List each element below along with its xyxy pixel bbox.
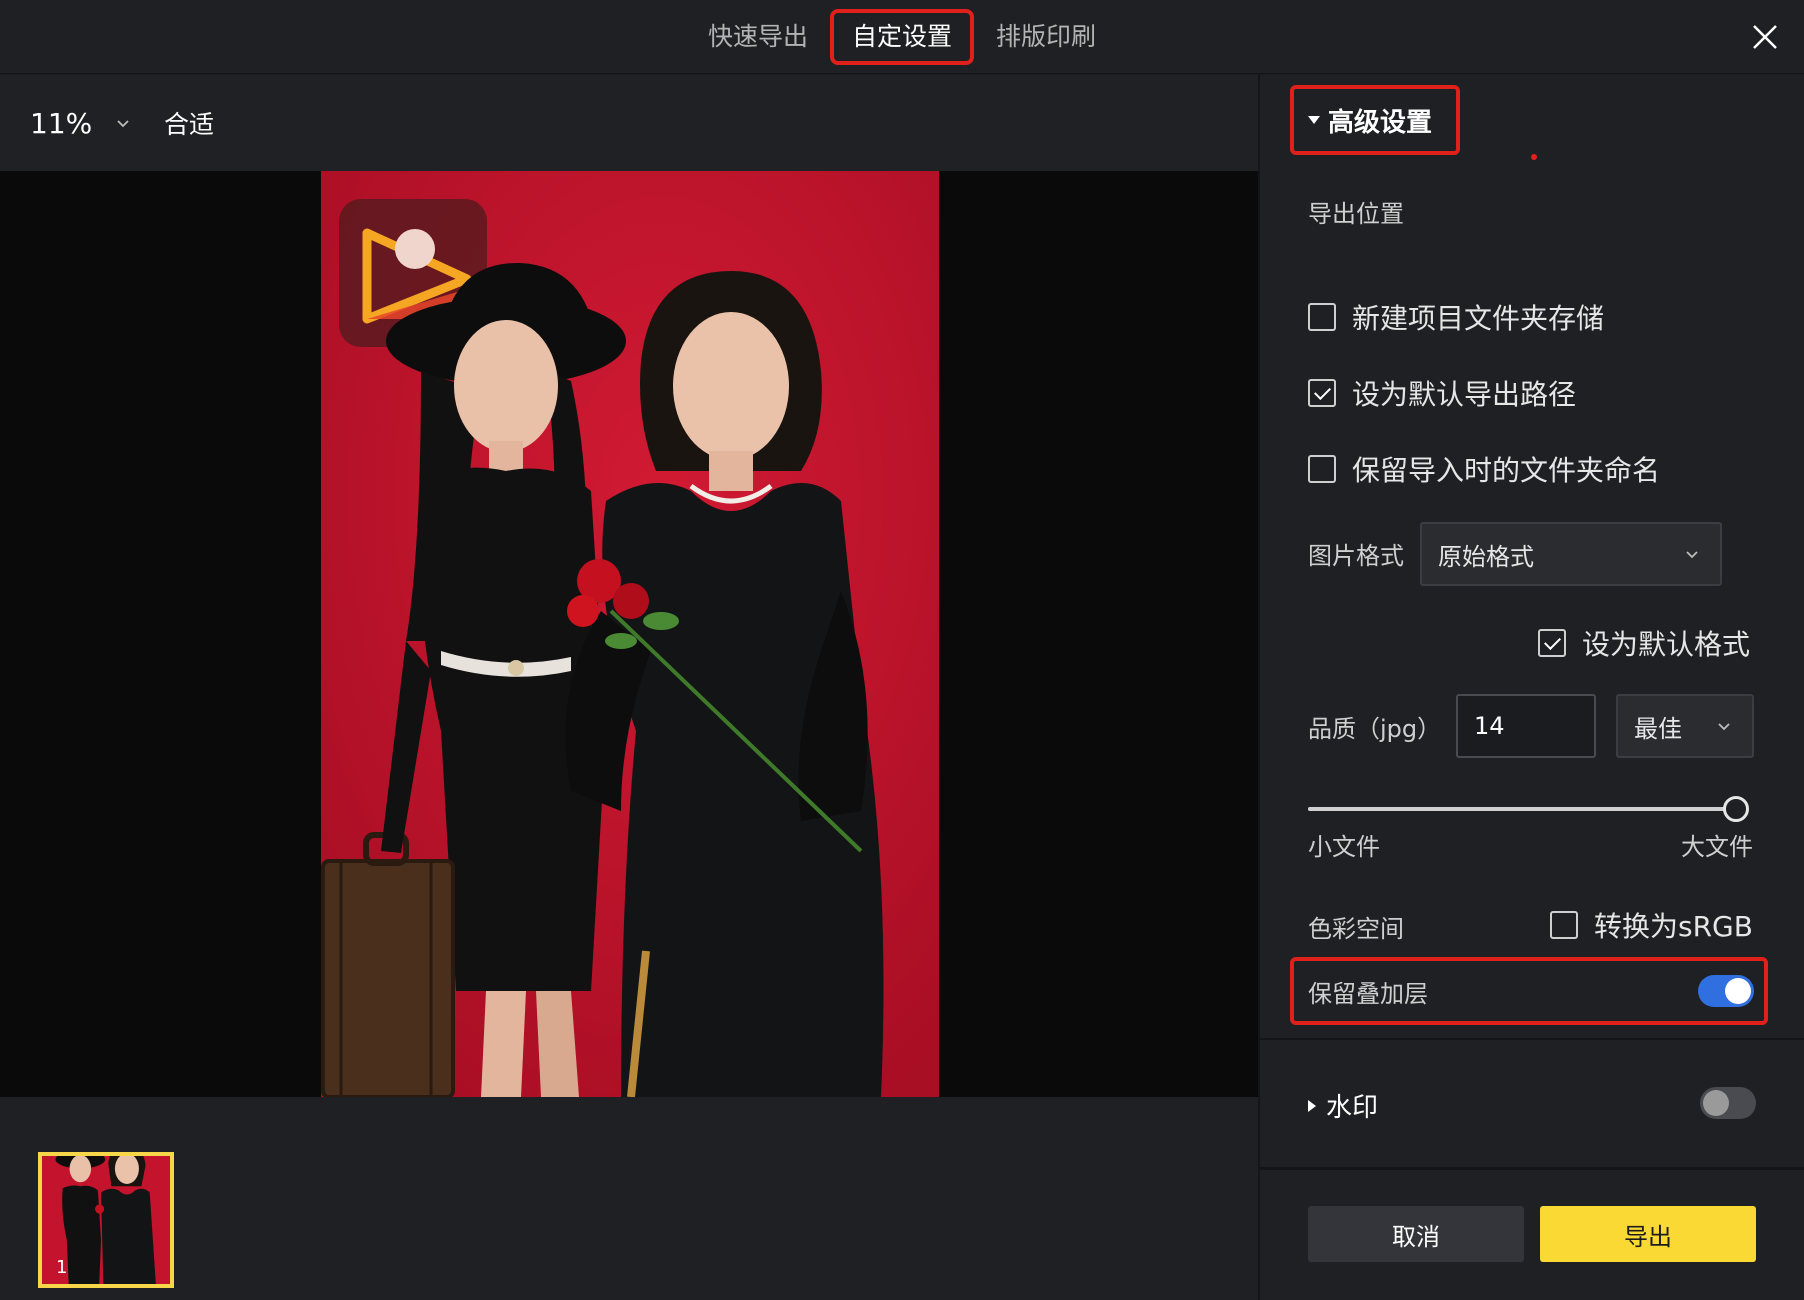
filmstrip: 1 <box>0 1097 1258 1300</box>
fit-button[interactable]: 合适 <box>164 105 214 141</box>
quality-label: 品质（jpg） <box>1308 715 1442 743</box>
cancel-button[interactable]: 取消 <box>1308 1206 1524 1262</box>
image-format-value: 原始格式 <box>1438 542 1534 571</box>
keep-overlay-label: 保留叠加层 <box>1308 979 1428 1008</box>
watermark-toggle[interactable] <box>1700 1087 1756 1119</box>
chevron-down-icon[interactable] <box>112 112 134 134</box>
top-bar: 快速导出 自定设置 排版印刷 <box>0 0 1804 74</box>
checkbox-box[interactable] <box>1538 629 1566 657</box>
image-canvas <box>0 171 1258 1097</box>
export-location-label: 导出位置 <box>1308 200 1404 228</box>
quality-preset-select[interactable]: 最佳 <box>1616 694 1754 758</box>
keep-overlay-toggle[interactable] <box>1698 975 1754 1007</box>
thumbnail-index: 1 <box>56 1257 68 1278</box>
quality-preset-value: 最佳 <box>1634 714 1682 743</box>
zoom-level[interactable]: 11% <box>30 107 112 140</box>
advanced-settings-title: 高级设置 <box>1328 107 1433 138</box>
preview-photo <box>321 171 939 1097</box>
export-mode-tabs: 快速导出 自定设置 排版印刷 <box>0 0 1804 74</box>
checkbox-label: 设为默认导出路径 <box>1352 378 1577 411</box>
thumbnail[interactable]: 1 <box>38 1152 174 1288</box>
quality-slider[interactable] <box>1308 796 1749 822</box>
checkbox-convert-srgb[interactable]: 转换为sRGB <box>1550 905 1753 945</box>
checkbox-box[interactable] <box>1308 379 1336 407</box>
tab-quick-export[interactable]: 快速导出 <box>690 9 826 65</box>
settings-panel: 高级设置 导出位置 新建项目文件夹存储 设为默认导出路径 保留导入时的文件夹命名… <box>1260 75 1804 1300</box>
toggle-knob <box>1703 1090 1729 1116</box>
red-dot <box>1531 154 1537 160</box>
close-icon[interactable] <box>1746 18 1784 56</box>
color-space-label: 色彩空间 <box>1308 915 1404 943</box>
checkbox-label: 设为默认格式 <box>1582 628 1751 661</box>
toggle-knob <box>1725 978 1751 1004</box>
checkbox-label: 转换为sRGB <box>1594 910 1753 943</box>
tab-layout-print[interactable]: 排版印刷 <box>978 9 1114 65</box>
preview-area: 11% 合适 1 <box>0 75 1258 1300</box>
tab-custom-settings[interactable]: 自定设置 <box>829 9 974 65</box>
watermark-title: 水印 <box>1326 1093 1379 1123</box>
image-format-label: 图片格式 <box>1308 542 1404 570</box>
caret-right-icon <box>1308 1099 1316 1112</box>
caret-down-icon <box>1308 116 1320 124</box>
quality-slider-thumb[interactable] <box>1723 796 1749 822</box>
slider-max-label: 大文件 <box>1681 833 1753 861</box>
section-divider <box>1260 1038 1804 1040</box>
checkbox-new-project-folder[interactable]: 新建项目文件夹存储 <box>1308 297 1604 337</box>
checkbox-default-format[interactable]: 设为默认格式 <box>1538 623 1750 663</box>
checkbox-box[interactable] <box>1308 303 1336 331</box>
zoom-bar: 11% 合适 <box>0 75 1258 171</box>
footer-divider <box>1260 1167 1804 1170</box>
advanced-settings-header[interactable]: 高级设置 <box>1290 85 1460 155</box>
slider-min-label: 小文件 <box>1308 833 1380 861</box>
checkbox-box[interactable] <box>1308 455 1336 483</box>
checkbox-keep-folder-name[interactable]: 保留导入时的文件夹命名 <box>1308 449 1660 489</box>
checkbox-label: 新建项目文件夹存储 <box>1352 302 1605 335</box>
checkbox-box[interactable] <box>1550 911 1578 939</box>
checkbox-default-export-path[interactable]: 设为默认导出路径 <box>1308 373 1576 413</box>
chevron-down-icon <box>1686 551 1698 559</box>
chevron-down-icon <box>1718 723 1730 731</box>
image-format-select[interactable]: 原始格式 <box>1420 522 1722 586</box>
quality-input[interactable] <box>1456 694 1596 758</box>
keep-overlay-row: 保留叠加层 <box>1290 957 1768 1025</box>
checkbox-label: 保留导入时的文件夹命名 <box>1352 454 1661 487</box>
export-button[interactable]: 导出 <box>1540 1206 1756 1262</box>
quality-slider-fill <box>1308 807 1736 811</box>
watermark-header[interactable]: 水印 <box>1308 1087 1378 1124</box>
